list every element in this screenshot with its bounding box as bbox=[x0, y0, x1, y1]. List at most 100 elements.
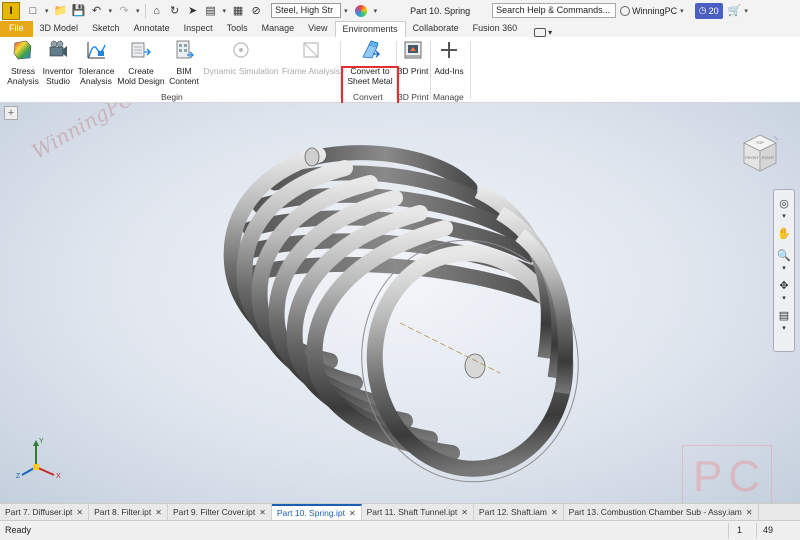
tab-tools[interactable]: Tools bbox=[220, 21, 255, 37]
clock-icon: ◷ bbox=[698, 5, 707, 15]
undo-dropdown-arrow[interactable]: ▾ bbox=[109, 7, 113, 15]
doc-tab[interactable]: Part 13. Combustion Chamber Sub - Assy.i… bbox=[564, 504, 759, 520]
add-ins-label: Add-Ins bbox=[434, 66, 464, 76]
viewcube[interactable]: TOP FRONT RIGHT bbox=[740, 133, 780, 181]
doc-tab-active[interactable]: Part 10. Spring.ipt ✕ bbox=[271, 504, 362, 521]
appearance-dropdown-arrow[interactable]: ▾ bbox=[374, 7, 378, 15]
doc-tab[interactable]: Part 9. Filter Cover.ipt ✕ bbox=[168, 504, 272, 520]
look-at-icon[interactable]: ▤ bbox=[774, 306, 794, 324]
viewcube-home-icon[interactable] bbox=[773, 135, 779, 141]
tab-inspect[interactable]: Inspect bbox=[177, 21, 220, 37]
doc-tab[interactable]: Part 8. Filter.ipt ✕ bbox=[89, 504, 168, 520]
cart-dropdown-arrow[interactable]: ▾ bbox=[744, 7, 748, 15]
close-icon[interactable]: ✕ bbox=[349, 506, 356, 521]
panel-separator bbox=[430, 41, 431, 99]
doc-tab-label: Part 10. Spring.ipt bbox=[276, 507, 345, 518]
tab-sketch[interactable]: Sketch bbox=[85, 21, 127, 37]
undo-icon[interactable]: ↶ bbox=[90, 4, 104, 18]
appearance-icon[interactable] bbox=[354, 4, 367, 17]
stress-analysis-button[interactable]: Stress Analysis bbox=[5, 39, 41, 86]
create-mold-design-button[interactable]: Create Mold Design bbox=[116, 39, 166, 86]
tab-collaborate[interactable]: Collaborate bbox=[406, 21, 466, 37]
viewcube-top-label: TOP bbox=[756, 140, 764, 145]
studio-camera-icon bbox=[49, 40, 67, 57]
user-account[interactable]: WinningPC ▾ bbox=[620, 5, 687, 16]
doc-tab[interactable]: Part 11. Shaft Tunnel.ipt ✕ bbox=[362, 504, 474, 520]
no-override-icon[interactable]: ⊘ bbox=[249, 4, 263, 18]
save-icon[interactable]: 💾 bbox=[72, 4, 86, 18]
bim-content-button[interactable]: BIM Content bbox=[167, 39, 201, 86]
inventor-studio-button[interactable]: Inventor Studio bbox=[41, 39, 75, 86]
return-icon[interactable]: ▤ bbox=[204, 4, 218, 18]
document-title: Part 10. Spring bbox=[410, 5, 471, 16]
material-dropdown-arrow[interactable]: ▾ bbox=[344, 7, 348, 15]
new-dropdown-arrow[interactable]: ▾ bbox=[45, 7, 49, 15]
update-icon[interactable]: ↻ bbox=[168, 4, 182, 18]
doc-tab-label: Part 12. Shaft.iam bbox=[478, 506, 547, 517]
tab-manage[interactable]: Manage bbox=[255, 21, 302, 37]
3d-print-label: 3D Print bbox=[397, 66, 429, 76]
tab-file[interactable]: File bbox=[0, 21, 33, 37]
viewcube-front-label: FRONT bbox=[745, 155, 759, 160]
status-value-1: 1 bbox=[728, 523, 752, 538]
ribbon-display-options[interactable]: ▾ bbox=[534, 28, 552, 37]
chevron-down-icon[interactable]: ▾ bbox=[774, 324, 794, 332]
pan-hand-icon[interactable]: ✋ bbox=[774, 224, 794, 242]
inventor-logo-icon[interactable]: I bbox=[2, 1, 20, 20]
clock-badge[interactable]: ◷ 20 bbox=[694, 2, 723, 19]
doc-tab[interactable]: Part 12. Shaft.iam ✕ bbox=[474, 504, 564, 520]
graphics-viewport[interactable]: + WinningPC TOP FRONT RIGHT ◎ ▾ ✋ 🔍 ▾ ✥ … bbox=[0, 103, 800, 503]
properties-icon[interactable]: ▦ bbox=[231, 4, 245, 18]
zoom-icon[interactable]: 🔍 bbox=[774, 246, 794, 264]
stress-analysis-label-2: Analysis bbox=[7, 76, 39, 86]
tolerance-analysis-button[interactable]: Tolerance Analysis bbox=[76, 39, 116, 86]
add-ins-button[interactable]: Add-Ins bbox=[431, 39, 467, 76]
return-dropdown-arrow[interactable]: ▾ bbox=[223, 7, 227, 15]
material-dropdown[interactable]: Steel, High Str bbox=[271, 3, 342, 18]
pc-logo-text: PC bbox=[693, 452, 767, 501]
tab-annotate[interactable]: Annotate bbox=[127, 21, 177, 37]
tab-view[interactable]: View bbox=[301, 21, 334, 37]
select-icon[interactable]: ➤ bbox=[186, 4, 200, 18]
steering-wheel-icon[interactable]: ◎ bbox=[774, 194, 794, 212]
close-icon[interactable]: ✕ bbox=[76, 505, 83, 520]
chevron-down-icon[interactable]: ▾ bbox=[774, 212, 794, 220]
viewcube-right-label: RIGHT bbox=[762, 155, 775, 160]
dynamic-simulation-button[interactable]: Dynamic Simulation bbox=[202, 39, 280, 76]
close-icon[interactable]: ✕ bbox=[461, 505, 468, 520]
bim-content-icon bbox=[176, 40, 194, 59]
spring-model[interactable] bbox=[0, 103, 800, 503]
spring-axis-line bbox=[399, 322, 501, 374]
open-folder-icon[interactable]: 📁 bbox=[54, 4, 68, 18]
3d-print-button[interactable]: 3D Print bbox=[397, 39, 429, 76]
inventor-studio-label-1: Inventor bbox=[42, 66, 74, 76]
home-icon[interactable]: ⌂ bbox=[150, 4, 164, 18]
doc-tab-label: Part 8. Filter.ipt bbox=[94, 506, 152, 517]
redo-dropdown-arrow[interactable]: ▾ bbox=[136, 7, 140, 15]
triad-y-label: Y bbox=[39, 438, 44, 445]
close-icon[interactable]: ✕ bbox=[155, 505, 162, 520]
doc-tab-label: Part 9. Filter Cover.ipt bbox=[172, 506, 256, 517]
frame-analysis-button[interactable]: Frame Analysis bbox=[281, 39, 341, 76]
new-file-icon[interactable]: □ bbox=[26, 4, 40, 18]
search-input[interactable]: Search Help & Commands... bbox=[492, 3, 617, 18]
user-name: WinningPC bbox=[632, 5, 678, 16]
dynamic-simulation-icon bbox=[233, 42, 249, 58]
chevron-down-icon[interactable]: ▾ bbox=[774, 294, 794, 302]
tab-environments[interactable]: Environments bbox=[334, 21, 406, 37]
cart-icon[interactable]: 🛒 bbox=[728, 4, 742, 17]
tab-fusion-360[interactable]: Fusion 360 bbox=[466, 21, 525, 37]
close-icon[interactable]: ✕ bbox=[551, 505, 558, 520]
wire-end-top bbox=[304, 147, 320, 167]
close-icon[interactable]: ✕ bbox=[746, 505, 753, 520]
doc-tab-label: Part 13. Combustion Chamber Sub - Assy.i… bbox=[568, 506, 742, 517]
redo-icon[interactable]: ↷ bbox=[117, 4, 131, 18]
stress-analysis-icon bbox=[13, 40, 32, 60]
create-mold-design-label-2: Mold Design bbox=[117, 76, 165, 86]
close-icon[interactable]: ✕ bbox=[259, 505, 266, 520]
chevron-down-icon[interactable]: ▾ bbox=[774, 264, 794, 272]
inventor-studio-label-2: Studio bbox=[45, 76, 71, 86]
doc-tab[interactable]: Part 7. Diffuser.ipt ✕ bbox=[0, 504, 90, 520]
orbit-icon[interactable]: ✥ bbox=[774, 276, 794, 294]
tab-3d-model[interactable]: 3D Model bbox=[33, 21, 86, 37]
